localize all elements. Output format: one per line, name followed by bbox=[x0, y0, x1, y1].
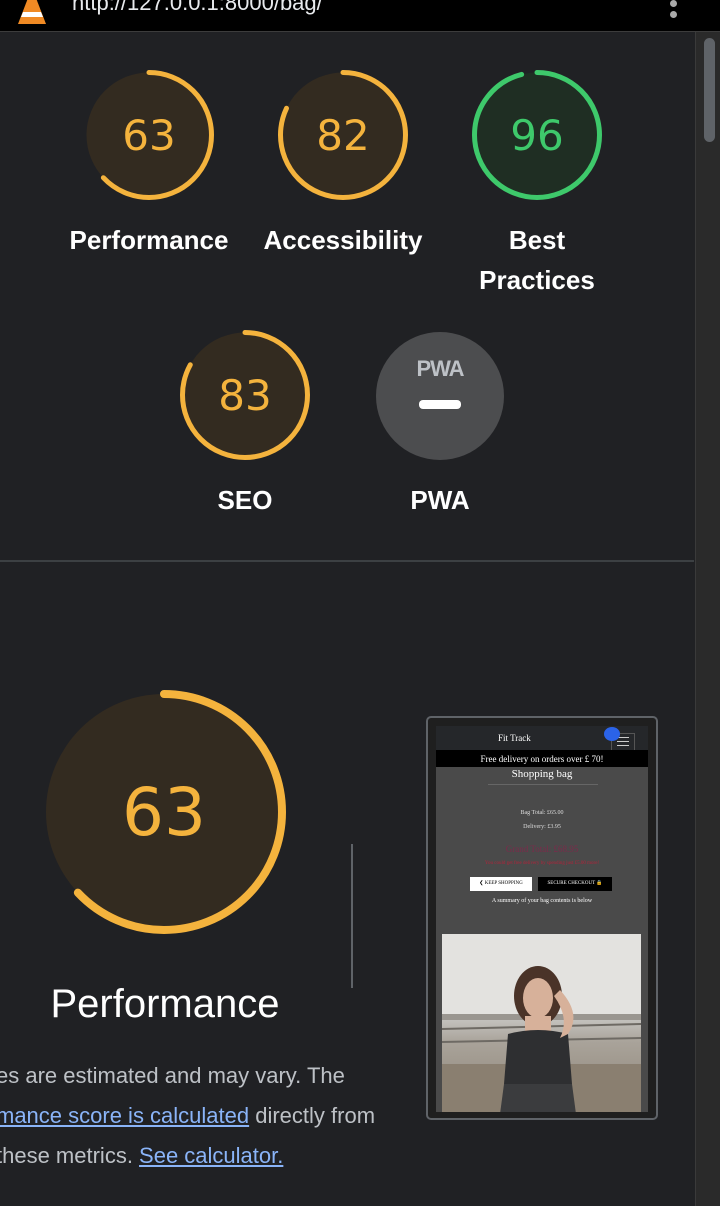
gauge-score: 83 bbox=[218, 370, 272, 420]
gauge-label-accessibility: Accessibility bbox=[263, 225, 423, 255]
gauge-pwa[interactable]: PWA bbox=[376, 332, 504, 460]
section-divider bbox=[0, 560, 694, 562]
preview-banner: Free delivery on orders over £ 70! bbox=[436, 750, 648, 767]
preview-rule bbox=[488, 784, 598, 785]
preview-grand-total: Grand Total: £68.95 bbox=[505, 844, 579, 854]
preview-bag-icon bbox=[604, 727, 620, 741]
gauge-label-performance: Performance bbox=[69, 225, 229, 255]
url-text[interactable]: http://127.0.0.1:8000/bag/ bbox=[72, 0, 323, 14]
gauge-label-best-practices-line2: Practices bbox=[479, 265, 595, 295]
scrollbar-thumb[interactable] bbox=[704, 38, 715, 142]
pwa-badge-icon: PWA bbox=[416, 356, 464, 381]
preview-product-photo bbox=[442, 934, 641, 1112]
gauge-label-best-practices-line1: Best bbox=[508, 225, 566, 255]
gauge-performance[interactable]: 63 bbox=[84, 70, 214, 200]
page-preview: Fit Track Free delivery on orders over £… bbox=[436, 726, 648, 1112]
gauge-best-practices[interactable]: 96 bbox=[472, 70, 602, 200]
performance-description: es are estimated and may vary. The mance… bbox=[0, 1056, 416, 1176]
preview-secure-checkout-button: SECURE CHECKOUT 🔒 bbox=[538, 877, 612, 891]
gauge-seo[interactable]: 83 bbox=[180, 330, 310, 460]
preview-keep-shopping-button: ❮ KEEP SHOPPING bbox=[470, 877, 532, 891]
preview-delivery: Delivery: £3.95 bbox=[523, 824, 561, 830]
see-calculator-link[interactable]: See calculator. bbox=[139, 1143, 283, 1168]
scrollbar[interactable] bbox=[695, 32, 720, 1206]
gauge-label-pwa: PWA bbox=[410, 485, 470, 515]
desc-line-3: these metrics. See calculator. bbox=[0, 1136, 416, 1176]
score-calculation-link[interactable]: mance score is calculated bbox=[0, 1103, 249, 1128]
pwa-dash-icon bbox=[419, 400, 461, 409]
more-menu-icon[interactable] bbox=[670, 0, 680, 18]
preview-bag-total: Bag Total: £65.00 bbox=[520, 810, 564, 816]
vertical-divider bbox=[351, 844, 353, 988]
preview-navbar: Fit Track bbox=[436, 726, 648, 751]
preview-brand: Fit Track bbox=[498, 733, 531, 743]
gauge-accessibility[interactable]: 82 bbox=[278, 70, 408, 200]
performance-big-gauge: 63 bbox=[42, 690, 286, 934]
vlc-cone-icon bbox=[18, 0, 46, 24]
gauge-label-seo: SEO bbox=[217, 485, 273, 515]
final-screenshot-thumbnail[interactable]: Fit Track Free delivery on orders over £… bbox=[426, 716, 658, 1120]
desc-line-3-head: these metrics. bbox=[0, 1143, 140, 1168]
desc-line-2-tail: directly from bbox=[249, 1103, 376, 1128]
gauge-label-best-practices: Best Practices bbox=[442, 220, 632, 300]
desc-line-1: es are estimated and may vary. The bbox=[0, 1063, 345, 1088]
preview-title: Shopping bag bbox=[511, 768, 573, 780]
gauge-score: 82 bbox=[316, 110, 370, 160]
preview-free-delivery-note: You could get free delivery by spending … bbox=[484, 861, 600, 866]
browser-address-bar: http://127.0.0.1:8000/bag/ bbox=[0, 0, 720, 32]
gauge-score: 96 bbox=[510, 110, 564, 160]
gauge-score: 63 bbox=[122, 110, 176, 160]
preview-summary: A summary of your bag contents is below bbox=[491, 898, 593, 904]
performance-title: Performance bbox=[50, 982, 280, 1026]
desc-line-2: mance score is calculated directly from bbox=[0, 1096, 416, 1136]
performance-big-score: 63 bbox=[122, 773, 206, 851]
